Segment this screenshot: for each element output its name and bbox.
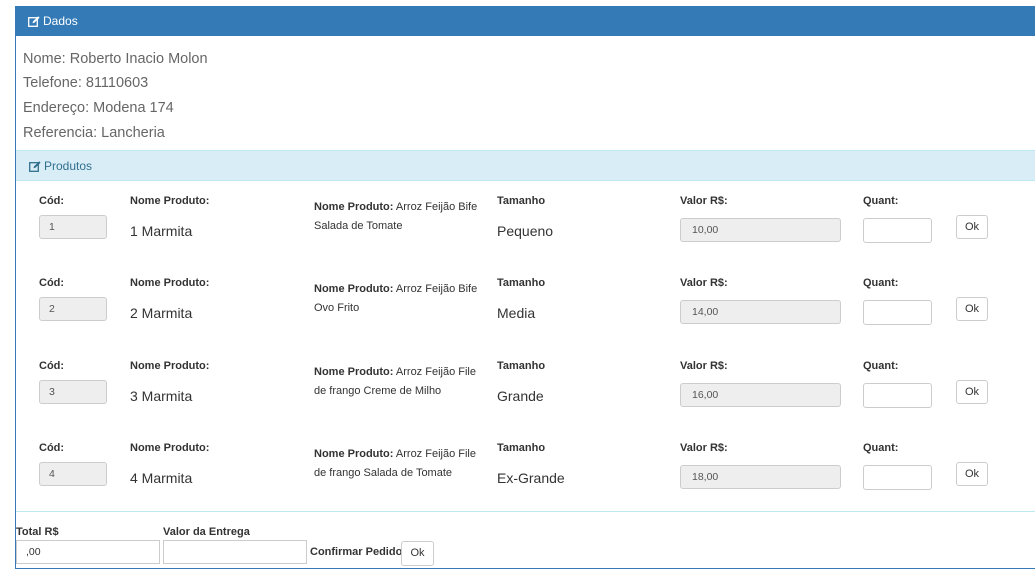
nome-label: Nome Produto: — [130, 360, 210, 372]
entrega-input[interactable] — [163, 540, 307, 564]
dados-panel: Dados Nome: Roberto Inacio Molon Telefon… — [15, 6, 1035, 569]
valor-label: Valor R$: — [680, 277, 728, 289]
product-name: 3 Marmita — [130, 388, 193, 404]
nome-label: Nome Produto: — [130, 442, 210, 454]
nome-label: Nome Produto: — [130, 195, 210, 207]
product-name: 4 Marmita — [130, 470, 193, 486]
quant-input[interactable] — [863, 383, 932, 408]
valor-field: 16,00 — [680, 383, 841, 407]
tamanho-label: Tamanho — [497, 277, 546, 289]
product-description: Nome Produto: Arroz Feijão File de frang… — [314, 448, 476, 479]
produtos-title: Produtos — [44, 159, 93, 173]
product-row: Cód: 1 Nome Produto: 1 Marmita Nome Prod… — [16, 189, 1035, 269]
produtos-panel-heading: Produtos — [16, 151, 1035, 181]
customer-name: Nome: Roberto Inacio Molon — [23, 51, 208, 67]
product-size: Media — [497, 305, 536, 321]
tamanho-label: Tamanho — [497, 442, 546, 454]
quant-label: Quant: — [863, 360, 899, 372]
ok-button[interactable]: Ok — [956, 215, 988, 239]
cod-field: 2 — [39, 297, 107, 321]
customer-phone: Telefone: 81110603 — [23, 75, 149, 91]
valor-label: Valor R$: — [680, 195, 728, 207]
edit-icon — [29, 160, 41, 172]
dados-panel-heading: Dados — [16, 7, 1035, 36]
product-row: Cód: 4 Nome Produto: 4 Marmita Nome Prod… — [16, 436, 1035, 516]
cod-field: 4 — [39, 462, 107, 486]
valor-field: 10,00 — [680, 218, 841, 242]
quant-label: Quant: — [863, 442, 899, 454]
produtos-panel: Produtos Cód: 1 Nome Produto: 1 Marmita … — [16, 150, 1035, 512]
ok-button[interactable]: Ok — [956, 297, 988, 321]
entrega-label: Valor da Entrega — [163, 526, 250, 538]
cod-label: Cód: — [39, 277, 65, 289]
quant-input[interactable] — [863, 218, 932, 243]
cod-label: Cód: — [39, 360, 65, 372]
total-field[interactable]: ,00 — [16, 540, 160, 564]
ok-button[interactable]: Ok — [956, 380, 988, 404]
product-name: 1 Marmita — [130, 223, 193, 239]
product-size: Grande — [497, 388, 544, 404]
valor-label: Valor R$: — [680, 442, 728, 454]
dados-title: Dados — [43, 14, 78, 28]
tamanho-label: Tamanho — [497, 360, 546, 372]
cod-label: Cód: — [39, 442, 65, 454]
confirm-button[interactable]: Ok — [401, 541, 434, 566]
customer-address: Endereço: Modena 174 — [23, 100, 174, 116]
quant-input[interactable] — [863, 465, 932, 490]
quant-label: Quant: — [863, 195, 899, 207]
quant-label: Quant: — [863, 277, 899, 289]
cod-label: Cód: — [39, 195, 65, 207]
product-row: Cód: 3 Nome Produto: 3 Marmita Nome Prod… — [16, 354, 1035, 434]
customer-reference: Referencia: Lancheria — [23, 125, 165, 141]
valor-label: Valor R$: — [680, 360, 728, 372]
product-size: Ex-Grande — [497, 470, 565, 486]
product-description: Nome Produto: Arroz Feijão Bife Ovo Frit… — [314, 283, 478, 314]
valor-field: 18,00 — [680, 465, 841, 489]
quant-input[interactable] — [863, 300, 932, 325]
product-row: Cód: 2 Nome Produto: 2 Marmita Nome Prod… — [16, 271, 1035, 351]
valor-field: 14,00 — [680, 300, 841, 324]
confirm-label: Confirmar Pedido — [310, 546, 403, 558]
edit-icon — [28, 15, 40, 27]
cod-field: 1 — [39, 215, 107, 239]
nome-label: Nome Produto: — [130, 277, 210, 289]
product-description: Nome Produto: Arroz Feijão File de frang… — [314, 366, 476, 397]
product-name: 2 Marmita — [130, 305, 193, 321]
ok-button[interactable]: Ok — [956, 462, 988, 486]
product-description: Nome Produto: Arroz Feijão Bife Salada d… — [314, 201, 478, 232]
total-label: Total R$ — [16, 526, 59, 538]
product-size: Pequeno — [497, 223, 554, 239]
tamanho-label: Tamanho — [497, 195, 546, 207]
cod-field: 3 — [39, 380, 107, 404]
